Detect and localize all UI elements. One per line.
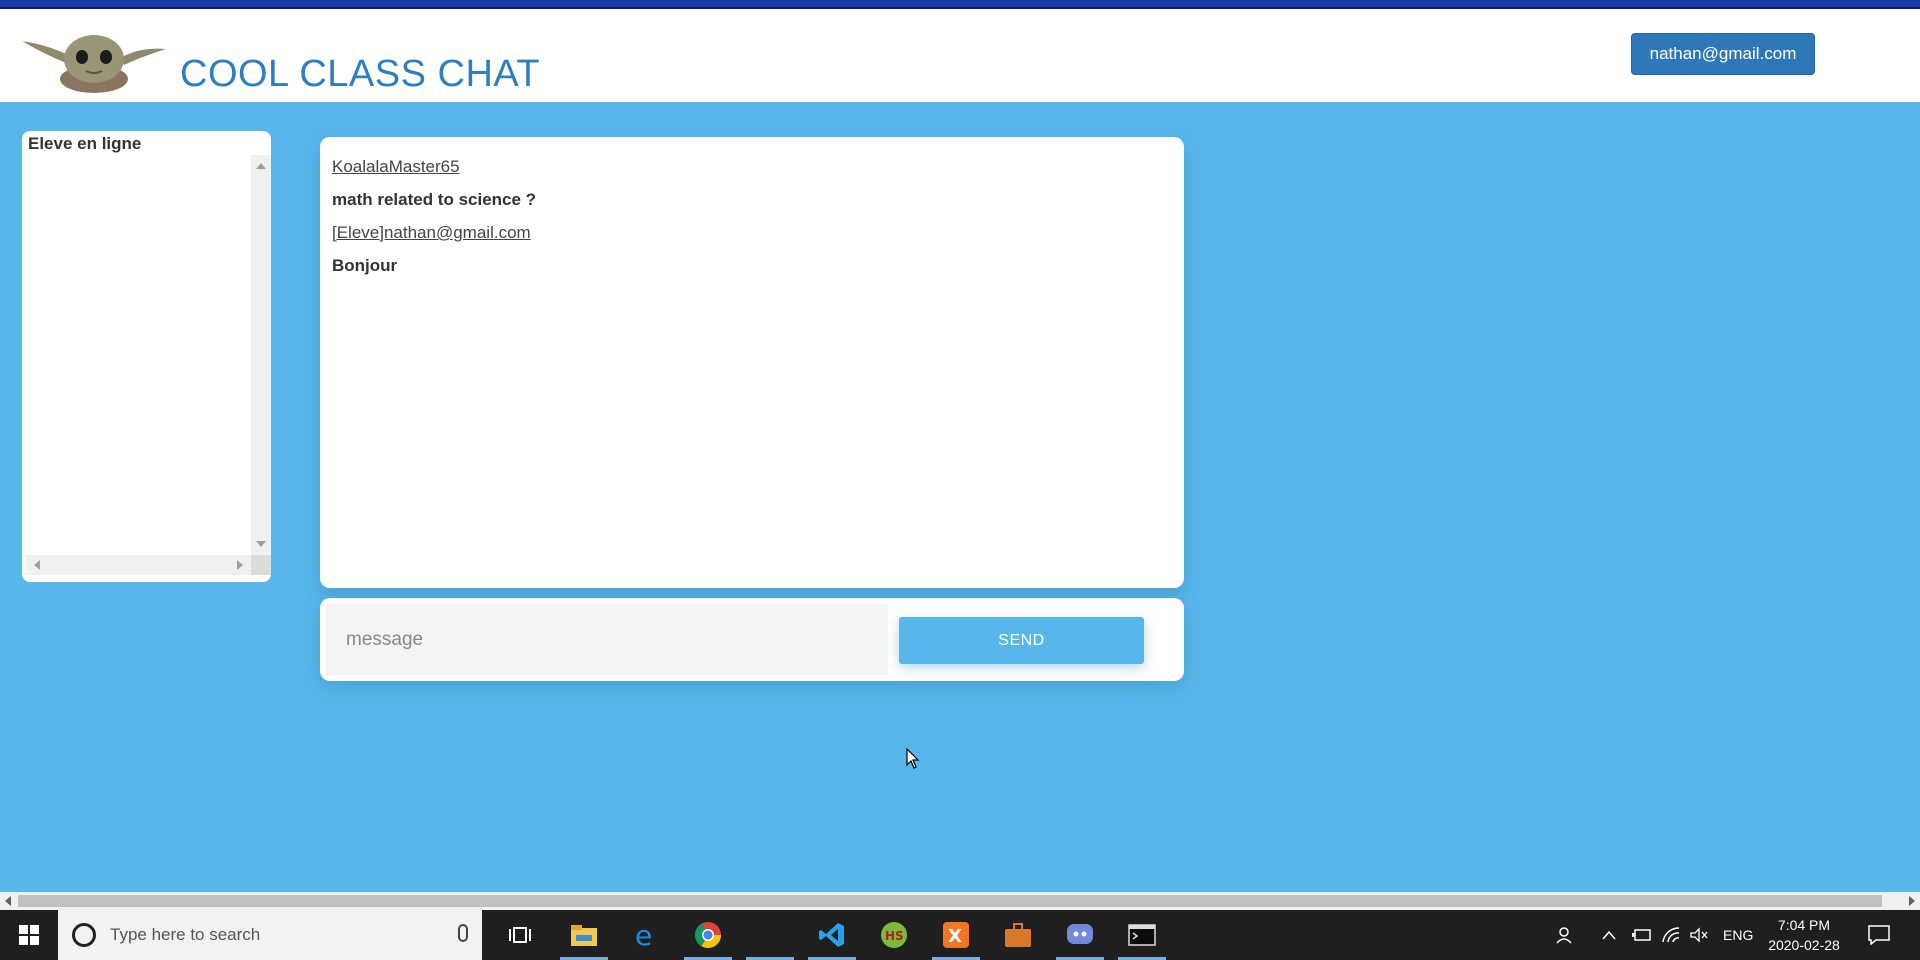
show-hidden-icons-icon[interactable]: [1602, 910, 1616, 960]
send-button[interactable]: SEND: [899, 617, 1144, 664]
message-text: Bonjour: [332, 256, 398, 275]
messages-panel: KoalalaMaster65 math related to science …: [320, 137, 1184, 588]
scrollbar-corner: [251, 555, 271, 575]
clock-time: 7:04 PM: [1777, 917, 1831, 933]
page-scroll-right-icon[interactable]: [1909, 896, 1915, 906]
scroll-right-arrow-icon[interactable]: [237, 560, 243, 570]
list-vertical-scrollbar[interactable]: [251, 155, 271, 555]
scroll-down-arrow-icon[interactable]: [256, 541, 266, 547]
list-horizontal-scrollbar[interactable]: [26, 555, 251, 575]
page-scroll-thumb[interactable]: [18, 895, 1882, 907]
site-header: COOL CLASS CHAT nathan@gmail.com: [0, 9, 1920, 102]
system-clock[interactable]: 7:04 PM 2020-02-28: [1764, 915, 1844, 955]
browser-top-strip: [0, 0, 1920, 9]
site-title: COOL CLASS CHAT: [180, 53, 541, 95]
hs-app-icon[interactable]: HS: [864, 910, 924, 960]
people-icon[interactable]: [1556, 910, 1576, 960]
file-explorer-icon[interactable]: [554, 910, 614, 960]
svg-text:X: X: [948, 926, 962, 947]
online-students-list[interactable]: [26, 155, 271, 575]
action-center-icon[interactable]: [1868, 910, 1890, 960]
message-composer: SEND: [320, 598, 1184, 681]
xampp-icon[interactable]: X: [926, 910, 986, 960]
svg-text:HS: HS: [885, 929, 904, 943]
edge-browser-icon[interactable]: e: [616, 910, 676, 960]
taskbar-search-box[interactable]: Type here to search: [58, 910, 482, 960]
search-placeholder: Type here to search: [110, 925, 261, 944]
message-item: [Eleve]nathan@gmail.com Bonjour: [332, 223, 1172, 276]
clock-date: 2020-02-28: [1768, 937, 1840, 953]
language-indicator[interactable]: ENG: [1723, 910, 1753, 960]
page-scroll-left-icon[interactable]: [5, 896, 11, 906]
baby-yoda-logo: [18, 27, 170, 93]
terminal-icon[interactable]: [1112, 910, 1172, 960]
message-author-link[interactable]: [Eleve]nathan@gmail.com: [332, 223, 531, 243]
message-text: math related to science ?: [332, 190, 537, 209]
user-account-button[interactable]: nathan@gmail.com: [1631, 33, 1815, 75]
chrome-icon[interactable]: [678, 910, 738, 960]
scroll-left-arrow-icon[interactable]: [34, 560, 40, 570]
online-students-title: Eleve en ligne: [28, 134, 142, 153]
cortana-icon: [72, 923, 96, 947]
message-item: KoalalaMaster65 math related to science …: [332, 157, 1172, 210]
vscode-icon[interactable]: [802, 910, 862, 960]
discord-icon[interactable]: [1050, 910, 1110, 960]
windows-logo-icon: [19, 925, 39, 945]
scroll-up-arrow-icon[interactable]: [256, 163, 266, 169]
volume-muted-icon[interactable]: [1690, 910, 1708, 960]
svg-text:e: e: [635, 921, 652, 949]
windows-taskbar: Type here to search e HS X ENG 7:04 PM 2…: [0, 910, 1920, 960]
blank-app-icon[interactable]: [740, 910, 800, 960]
mouse-cursor-icon: [906, 747, 920, 770]
message-input[interactable]: [326, 604, 888, 675]
microphone-icon[interactable]: [458, 924, 468, 942]
briefcase-icon[interactable]: [988, 910, 1048, 960]
page-horizontal-scrollbar[interactable]: [0, 892, 1920, 910]
online-students-panel: Eleve en ligne: [22, 131, 271, 582]
wifi-icon[interactable]: [1662, 910, 1680, 960]
battery-icon[interactable]: [1632, 910, 1652, 960]
start-button[interactable]: [0, 910, 58, 960]
message-author-link[interactable]: KoalalaMaster65: [332, 157, 460, 177]
task-view-icon[interactable]: [490, 910, 550, 960]
